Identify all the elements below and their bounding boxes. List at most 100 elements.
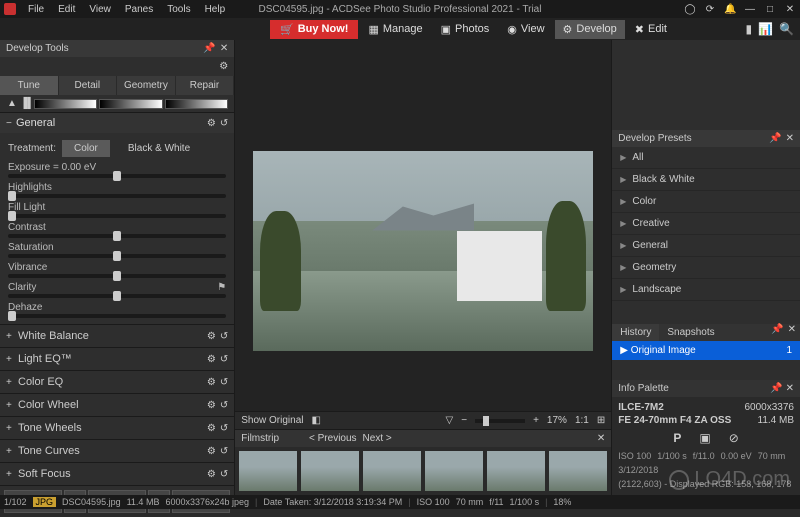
tab-tune[interactable]: Tune (0, 76, 59, 95)
reset-icon[interactable]: ↺ (220, 354, 228, 365)
gear-icon[interactable]: ⚙ (207, 354, 216, 365)
thumbnail[interactable] (549, 451, 607, 491)
reset-icon[interactable]: ↺ (220, 469, 228, 480)
zoom-actual-button[interactable]: 1:1 (575, 415, 589, 426)
menu-help[interactable]: Help (199, 2, 232, 17)
preset-black-white[interactable]: ▶Black & White (612, 169, 800, 191)
mode-view[interactable]: ◉View (499, 20, 552, 39)
histogram-icon[interactable]: 📊 (758, 22, 773, 36)
tab-history[interactable]: History (612, 324, 659, 341)
slider-track[interactable] (8, 274, 226, 278)
pin-icon[interactable]: 📌 (769, 133, 781, 144)
thumbnail[interactable] (425, 451, 483, 491)
mode-develop[interactable]: ⚙Develop (555, 20, 625, 39)
gradient-highlights[interactable] (165, 99, 228, 109)
preset-all[interactable]: ▶All (612, 147, 800, 169)
reset-icon[interactable]: ↺ (220, 377, 228, 388)
show-original-button[interactable]: Show Original (241, 415, 303, 426)
gear-icon[interactable]: ⚙ (207, 446, 216, 457)
zoom-fit-icon[interactable]: ▽ (446, 415, 454, 426)
pin-icon[interactable]: 📌 (770, 383, 782, 394)
preset-color[interactable]: ▶Color (612, 191, 800, 213)
reset-icon[interactable]: ↺ (220, 118, 228, 129)
reset-icon[interactable]: ↺ (220, 423, 228, 434)
slider-track[interactable] (8, 174, 226, 178)
slider-track[interactable] (8, 254, 226, 258)
gear-icon[interactable]: ⚙ (207, 118, 216, 129)
slider-thumb[interactable] (113, 231, 121, 241)
user-icon[interactable]: ◯ (684, 4, 696, 15)
gear-icon[interactable]: ⚙ (207, 400, 216, 411)
treatment-bw-button[interactable]: Black & White (116, 140, 202, 157)
sync-icon[interactable]: ⟳ (704, 4, 716, 15)
menu-view[interactable]: View (83, 2, 117, 17)
section-color-wheel[interactable]: +Color Wheel⚙↺ (0, 393, 234, 416)
compare-icon[interactable]: ◧ (312, 415, 321, 426)
close-panel-icon[interactable]: ✕ (220, 43, 228, 54)
slider-track[interactable] (8, 294, 226, 298)
treatment-color-button[interactable]: Color (62, 140, 110, 157)
slider-thumb[interactable] (113, 271, 121, 281)
presets-gear-icon[interactable]: ⚙ (219, 61, 228, 72)
section-tone-wheels[interactable]: +Tone Wheels⚙↺ (0, 416, 234, 439)
gradient-mids[interactable] (99, 99, 162, 109)
close-icon[interactable]: ✕ (786, 383, 794, 394)
365-icon[interactable]: ▮ (745, 22, 752, 36)
slider-thumb[interactable] (8, 211, 16, 221)
menu-file[interactable]: File (22, 2, 50, 17)
histogram-toggle-icon[interactable]: ▲ (6, 98, 18, 109)
tab-repair[interactable]: Repair (176, 76, 235, 95)
preset-general[interactable]: ▶General (612, 235, 800, 257)
image-canvas[interactable] (235, 40, 611, 411)
menu-panes[interactable]: Panes (119, 2, 159, 17)
mode-edit[interactable]: ✖Edit (627, 20, 675, 39)
slider-track[interactable] (8, 214, 226, 218)
preset-creative[interactable]: ▶Creative (612, 213, 800, 235)
close-icon[interactable]: ✕ (784, 4, 796, 15)
thumbnail[interactable] (363, 451, 421, 491)
mode-manage[interactable]: ▦Manage (360, 20, 430, 39)
zoom-percent[interactable]: 17% (547, 415, 567, 426)
gear-icon[interactable]: ⚙ (207, 377, 216, 388)
slider-thumb[interactable] (113, 251, 121, 261)
filmstrip[interactable] (235, 447, 611, 495)
preset-geometry[interactable]: ▶Geometry (612, 257, 800, 279)
zoom-in-icon[interactable]: + (533, 415, 539, 426)
slider-track[interactable] (8, 314, 226, 318)
slider-thumb[interactable] (8, 311, 16, 321)
section-light-eq-[interactable]: +Light EQ™⚙↺ (0, 347, 234, 370)
general-header[interactable]: − General ⚙↺ (0, 113, 234, 133)
search-icon[interactable]: 🔍 (779, 22, 794, 36)
buy-now-button[interactable]: 🛒 Buy Now! (270, 20, 358, 39)
reset-icon[interactable]: ↺ (220, 400, 228, 411)
slider-thumb[interactable] (113, 171, 121, 181)
tab-detail[interactable]: Detail (59, 76, 118, 95)
slider-thumb[interactable] (113, 291, 121, 301)
section-tone-curves[interactable]: +Tone Curves⚙↺ (0, 439, 234, 462)
close-icon[interactable]: ✕ (788, 324, 796, 341)
section-soft-focus[interactable]: +Soft Focus⚙↺ (0, 462, 234, 485)
bell-icon[interactable]: 🔔 (724, 4, 736, 15)
gear-icon[interactable]: ⚙ (207, 469, 216, 480)
gear-icon[interactable]: ⚙ (207, 331, 216, 342)
reset-icon[interactable]: ↺ (220, 331, 228, 342)
zoom-out-icon[interactable]: − (461, 415, 467, 426)
section-color-eq[interactable]: +Color EQ⚙↺ (0, 370, 234, 393)
close-icon[interactable]: ✕ (786, 133, 794, 144)
pin-icon[interactable]: 📌 (203, 43, 215, 54)
filmstrip-prev-button[interactable]: < Previous (309, 433, 357, 444)
thumbnail[interactable] (301, 451, 359, 491)
gear-icon[interactable]: ⚙ (207, 423, 216, 434)
tab-snapshots[interactable]: Snapshots (659, 324, 722, 341)
maximize-icon[interactable]: □ (764, 4, 776, 15)
history-item[interactable]: ▶ Original Image 1 (612, 341, 800, 360)
gradient-shadows[interactable] (34, 99, 97, 109)
section-white-balance[interactable]: +White Balance⚙↺ (0, 324, 234, 347)
menu-edit[interactable]: Edit (52, 2, 81, 17)
zoom-menu-icon[interactable]: ⊞ (597, 415, 605, 426)
slider-thumb[interactable] (8, 191, 16, 201)
slider-track[interactable] (8, 194, 226, 198)
preset-landscape[interactable]: ▶Landscape (612, 279, 800, 301)
minimize-icon[interactable]: — (744, 4, 756, 15)
thumbnail[interactable] (239, 451, 297, 491)
